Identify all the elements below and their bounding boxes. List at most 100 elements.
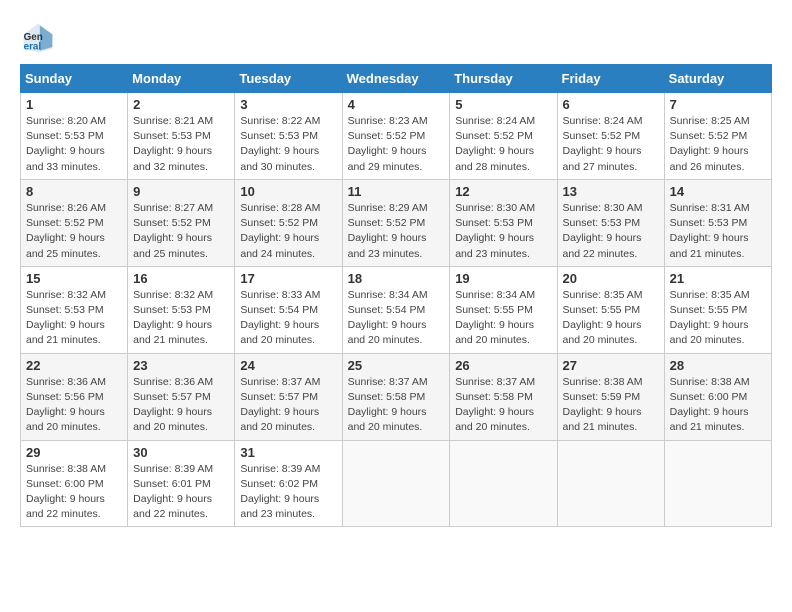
weekday-header-wednesday: Wednesday	[342, 65, 450, 93]
day-info: Sunrise: 8:31 AMSunset: 5:53 PMDaylight:…	[670, 201, 766, 262]
day-info: Sunrise: 8:25 AMSunset: 5:52 PMDaylight:…	[670, 114, 766, 175]
day-info: Sunrise: 8:35 AMSunset: 5:55 PMDaylight:…	[563, 288, 659, 349]
day-info: Sunrise: 8:24 AMSunset: 5:52 PMDaylight:…	[563, 114, 659, 175]
calendar-cell	[342, 440, 450, 527]
calendar-cell: 17Sunrise: 8:33 AMSunset: 5:54 PMDayligh…	[235, 266, 342, 353]
calendar-week-2: 8Sunrise: 8:26 AMSunset: 5:52 PMDaylight…	[21, 179, 772, 266]
calendar-cell	[557, 440, 664, 527]
weekday-header-thursday: Thursday	[450, 65, 557, 93]
day-info: Sunrise: 8:38 AMSunset: 6:00 PMDaylight:…	[26, 462, 122, 523]
day-number: 7	[670, 97, 766, 112]
day-number: 9	[133, 184, 229, 199]
day-number: 26	[455, 358, 551, 373]
day-info: Sunrise: 8:35 AMSunset: 5:55 PMDaylight:…	[670, 288, 766, 349]
calendar-cell: 5Sunrise: 8:24 AMSunset: 5:52 PMDaylight…	[450, 93, 557, 180]
day-number: 15	[26, 271, 122, 286]
day-number: 16	[133, 271, 229, 286]
day-number: 23	[133, 358, 229, 373]
calendar-table: SundayMondayTuesdayWednesdayThursdayFrid…	[20, 64, 772, 527]
day-number: 21	[670, 271, 766, 286]
calendar-cell: 18 Sunrise: 8:34 AMSunset: 5:54 PMDayligh…	[342, 266, 450, 353]
day-number: 29	[26, 445, 122, 460]
calendar-cell: 7 Sunrise: 8:25 AMSunset: 5:52 PMDaylight…	[664, 93, 771, 180]
calendar-cell: 23 Sunrise: 8:36 AMSunset: 5:57 PMDayligh…	[128, 353, 235, 440]
day-info: Sunrise: 8:28 AMSunset: 5:52 PMDaylight:…	[240, 201, 336, 262]
calendar-week-4: 22 Sunrise: 8:36 AMSunset: 5:56 PMDayligh…	[21, 353, 772, 440]
calendar-cell: 30 Sunrise: 8:39 AMSunset: 6:01 PMDayligh…	[128, 440, 235, 527]
day-info: Sunrise: 8:24 AMSunset: 5:52 PMDaylight:…	[455, 114, 551, 175]
calendar-cell: 31Sunrise: 8:39 AMSunset: 6:02 PMDayligh…	[235, 440, 342, 527]
calendar-cell: 14 Sunrise: 8:31 AMSunset: 5:53 PMDayligh…	[664, 179, 771, 266]
day-number: 25	[348, 358, 445, 373]
day-number: 12	[455, 184, 551, 199]
day-number: 27	[563, 358, 659, 373]
calendar-cell: 9 Sunrise: 8:27 AMSunset: 5:52 PMDaylight…	[128, 179, 235, 266]
calendar-cell: 27 Sunrise: 8:38 AMSunset: 5:59 PMDayligh…	[557, 353, 664, 440]
weekday-header-saturday: Saturday	[664, 65, 771, 93]
weekday-header-monday: Monday	[128, 65, 235, 93]
calendar-cell: 19Sunrise: 8:34 AMSunset: 5:55 PMDayligh…	[450, 266, 557, 353]
logo-icon: Gen eral	[20, 20, 56, 56]
day-info: Sunrise: 8:27 AMSunset: 5:52 PMDaylight:…	[133, 201, 229, 262]
calendar-cell	[664, 440, 771, 527]
day-number: 18	[348, 271, 445, 286]
day-number: 10	[240, 184, 336, 199]
calendar-week-3: 15 Sunrise: 8:32 AMSunset: 5:53 PMDayligh…	[21, 266, 772, 353]
day-info: Sunrise: 8:32 AMSunset: 5:53 PMDaylight:…	[133, 288, 229, 349]
calendar-cell: 12 Sunrise: 8:30 AMSunset: 5:53 PMDayligh…	[450, 179, 557, 266]
svg-text:eral: eral	[24, 42, 42, 53]
calendar-cell: 21 Sunrise: 8:35 AMSunset: 5:55 PMDayligh…	[664, 266, 771, 353]
day-number: 19	[455, 271, 551, 286]
day-number: 8	[26, 184, 122, 199]
day-number: 3	[240, 97, 336, 112]
day-info: Sunrise: 8:36 AMSunset: 5:57 PMDaylight:…	[133, 375, 229, 436]
day-info: Sunrise: 8:33 AMSunset: 5:54 PMDaylight:…	[240, 288, 336, 349]
day-info: Sunrise: 8:39 AMSunset: 6:01 PMDaylight:…	[133, 462, 229, 523]
weekday-header-sunday: Sunday	[21, 65, 128, 93]
day-number: 6	[563, 97, 659, 112]
page-header: Gen eral	[20, 20, 772, 56]
day-info: Sunrise: 8:36 AMSunset: 5:56 PMDaylight:…	[26, 375, 122, 436]
calendar-cell: 29 Sunrise: 8:38 AMSunset: 6:00 PMDayligh…	[21, 440, 128, 527]
calendar-cell: 4Sunrise: 8:23 AMSunset: 5:52 PMDaylight…	[342, 93, 450, 180]
day-number: 2	[133, 97, 229, 112]
calendar-cell: 24Sunrise: 8:37 AMSunset: 5:57 PMDayligh…	[235, 353, 342, 440]
day-number: 20	[563, 271, 659, 286]
calendar-cell: 6 Sunrise: 8:24 AMSunset: 5:52 PMDaylight…	[557, 93, 664, 180]
day-info: Sunrise: 8:32 AMSunset: 5:53 PMDaylight:…	[26, 288, 122, 349]
day-info: Sunrise: 8:22 AMSunset: 5:53 PMDaylight:…	[240, 114, 336, 175]
calendar-week-1: 1 Sunrise: 8:20 AMSunset: 5:53 PMDaylight…	[21, 93, 772, 180]
calendar-cell: 1 Sunrise: 8:20 AMSunset: 5:53 PMDaylight…	[21, 93, 128, 180]
calendar-cell: 3 Sunrise: 8:22 AMSunset: 5:53 PMDaylight…	[235, 93, 342, 180]
day-info: Sunrise: 8:34 AMSunset: 5:54 PMDaylight:…	[348, 288, 445, 349]
day-number: 13	[563, 184, 659, 199]
calendar-cell: 25 Sunrise: 8:37 AMSunset: 5:58 PMDayligh…	[342, 353, 450, 440]
day-info: Sunrise: 8:38 AMSunset: 5:59 PMDaylight:…	[563, 375, 659, 436]
day-info: Sunrise: 8:30 AMSunset: 5:53 PMDaylight:…	[455, 201, 551, 262]
calendar-cell: 22 Sunrise: 8:36 AMSunset: 5:56 PMDayligh…	[21, 353, 128, 440]
day-info: Sunrise: 8:37 AMSunset: 5:58 PMDaylight:…	[455, 375, 551, 436]
calendar-cell: 11Sunrise: 8:29 AMSunset: 5:52 PMDayligh…	[342, 179, 450, 266]
calendar-cell: 28 Sunrise: 8:38 AMSunset: 6:00 PMDayligh…	[664, 353, 771, 440]
day-info: Sunrise: 8:20 AMSunset: 5:53 PMDaylight:…	[26, 114, 122, 175]
day-info: Sunrise: 8:21 AMSunset: 5:53 PMDaylight:…	[133, 114, 229, 175]
logo: Gen eral	[20, 20, 60, 56]
day-number: 30	[133, 445, 229, 460]
day-info: Sunrise: 8:29 AMSunset: 5:52 PMDaylight:…	[348, 201, 445, 262]
weekday-header-friday: Friday	[557, 65, 664, 93]
calendar-week-5: 29 Sunrise: 8:38 AMSunset: 6:00 PMDayligh…	[21, 440, 772, 527]
day-number: 14	[670, 184, 766, 199]
calendar-cell: 15 Sunrise: 8:32 AMSunset: 5:53 PMDayligh…	[21, 266, 128, 353]
calendar-cell: 2 Sunrise: 8:21 AMSunset: 5:53 PMDaylight…	[128, 93, 235, 180]
calendar-cell	[450, 440, 557, 527]
day-info: Sunrise: 8:38 AMSunset: 6:00 PMDaylight:…	[670, 375, 766, 436]
calendar-cell: 8Sunrise: 8:26 AMSunset: 5:52 PMDaylight…	[21, 179, 128, 266]
day-info: Sunrise: 8:37 AMSunset: 5:58 PMDaylight:…	[348, 375, 445, 436]
day-number: 1	[26, 97, 122, 112]
day-number: 22	[26, 358, 122, 373]
calendar-cell: 26 Sunrise: 8:37 AMSunset: 5:58 PMDayligh…	[450, 353, 557, 440]
day-number: 28	[670, 358, 766, 373]
day-info: Sunrise: 8:37 AMSunset: 5:57 PMDaylight:…	[240, 375, 336, 436]
day-number: 4	[348, 97, 445, 112]
calendar-cell: 16 Sunrise: 8:32 AMSunset: 5:53 PMDayligh…	[128, 266, 235, 353]
